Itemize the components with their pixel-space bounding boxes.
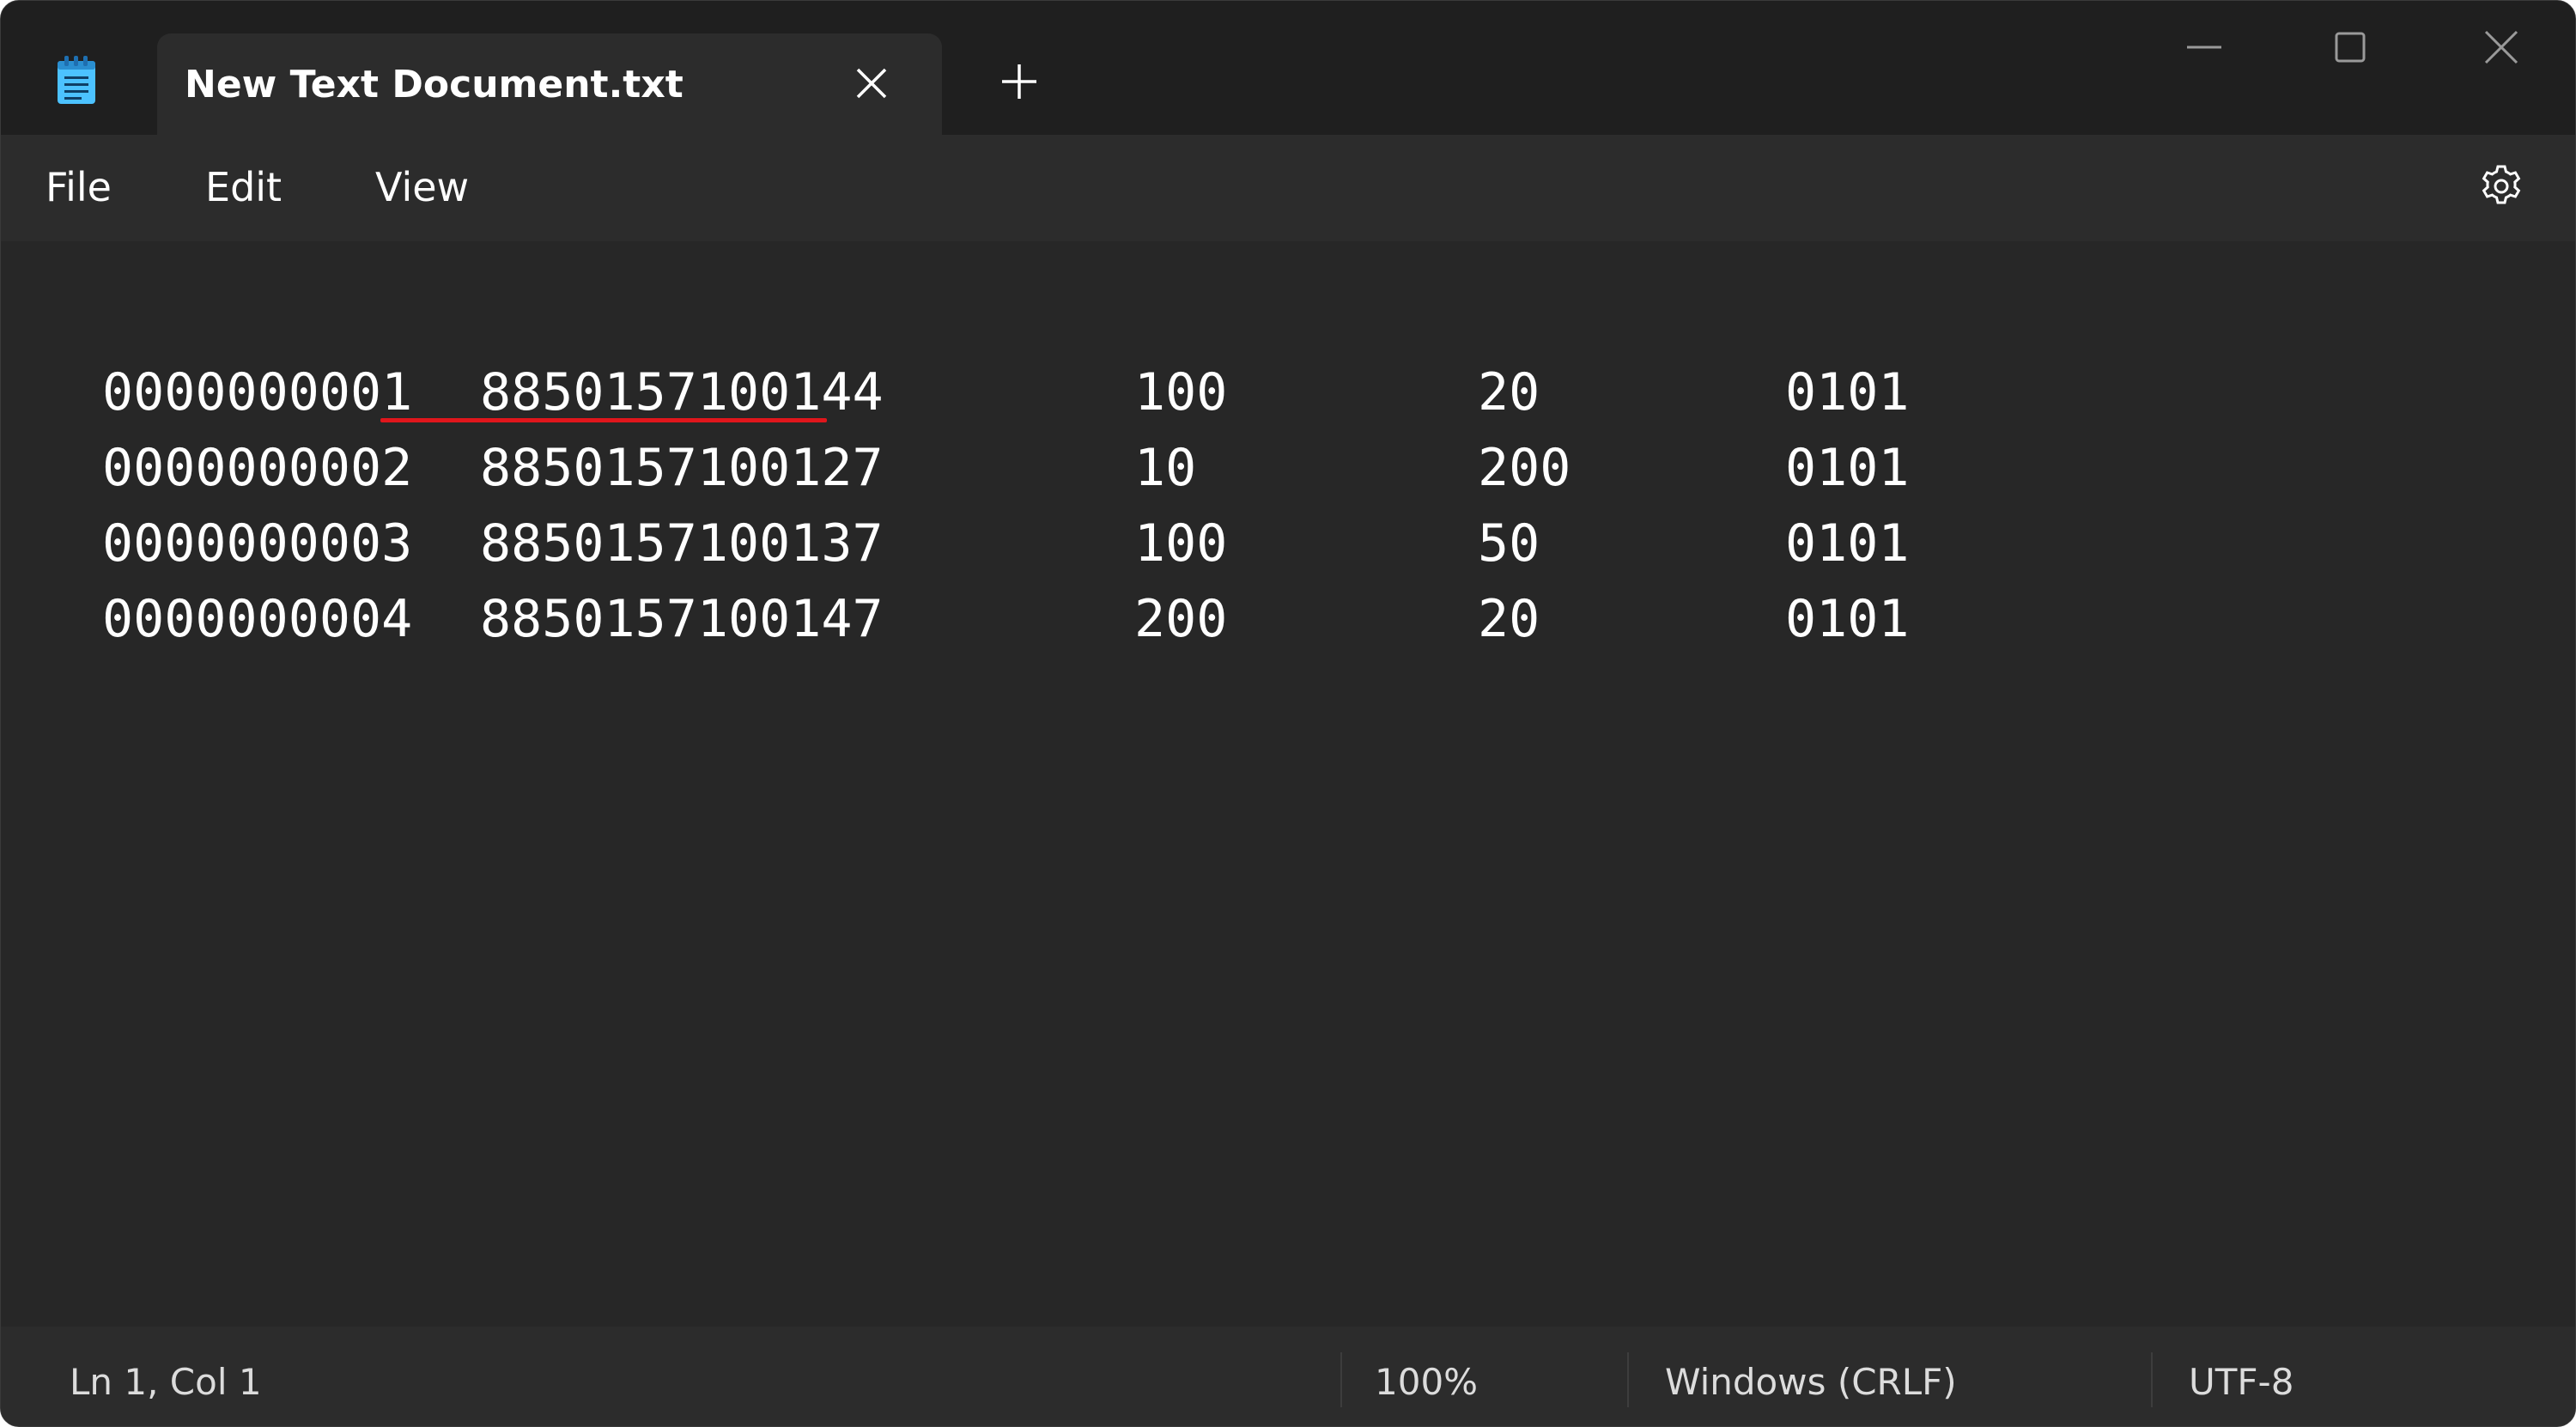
status-divider bbox=[1340, 1352, 1342, 1407]
menu-edit[interactable]: Edit bbox=[205, 164, 282, 210]
menu-bar: File Edit View bbox=[1, 135, 2575, 241]
text-cell: 8850157100137 bbox=[480, 513, 884, 574]
text-cell: 8850157100127 bbox=[480, 438, 884, 498]
status-divider bbox=[2151, 1352, 2153, 1407]
status-bar: Ln 1, Col 1 100% Windows (CRLF) UTF-8 bbox=[1, 1327, 2575, 1426]
text-line: 0000000004 8850157100147 200 20 0101 bbox=[102, 581, 2077, 657]
text-cell: 100 bbox=[1134, 513, 1228, 574]
text-cell: 0101 bbox=[1785, 513, 1910, 574]
spellcheck-underline bbox=[380, 418, 827, 422]
close-icon[interactable] bbox=[853, 64, 890, 102]
text-cell: 0000000002 bbox=[102, 438, 413, 498]
text-cell: 0000000003 bbox=[102, 513, 413, 574]
window-close-icon[interactable] bbox=[2476, 21, 2527, 73]
zoom-level[interactable]: 100% bbox=[1375, 1361, 1478, 1403]
text-cell: 0101 bbox=[1785, 589, 1910, 649]
maximize-icon[interactable] bbox=[2324, 21, 2376, 73]
text-cell: 0000000004 bbox=[102, 589, 413, 649]
status-divider bbox=[1627, 1352, 1629, 1407]
notepad-window: New Text Document.txt File Edit View 000… bbox=[0, 0, 2576, 1427]
text-cell: 20 bbox=[1478, 362, 1540, 422]
tab-new-text-document[interactable]: New Text Document.txt bbox=[157, 33, 942, 135]
notepad-icon bbox=[58, 56, 95, 104]
text-line: 0000000003 8850157100137 100 50 0101 bbox=[102, 506, 2077, 581]
tab-title: New Text Document.txt bbox=[185, 63, 683, 106]
encoding[interactable]: UTF-8 bbox=[2189, 1361, 2293, 1403]
text-cell: 200 bbox=[1478, 438, 1571, 498]
text-cell: 0101 bbox=[1785, 438, 1910, 498]
title-bar: New Text Document.txt bbox=[1, 1, 2575, 135]
text-cell: 100 bbox=[1134, 362, 1228, 422]
text-line: 0000000002 8850157100127 10 200 0101 bbox=[102, 430, 2077, 506]
text-editor[interactable]: 0000000001 8850157100144 100 20 0101 000… bbox=[1, 241, 2575, 1327]
plus-icon[interactable] bbox=[999, 61, 1040, 102]
text-cell: 0000000001 bbox=[102, 362, 413, 422]
text-cell: 50 bbox=[1478, 513, 1540, 574]
menu-file[interactable]: File bbox=[46, 164, 112, 210]
minimize-icon[interactable] bbox=[2178, 21, 2230, 73]
text-cell: 8850157100147 bbox=[480, 589, 884, 649]
text-cell: 20 bbox=[1478, 589, 1540, 649]
line-ending[interactable]: Windows (CRLF) bbox=[1665, 1361, 1957, 1403]
cursor-position: Ln 1, Col 1 bbox=[70, 1361, 262, 1403]
menu-view[interactable]: View bbox=[375, 164, 469, 210]
text-cell: 10 bbox=[1134, 438, 1197, 498]
text-cell: 200 bbox=[1134, 589, 1228, 649]
text-cell: 0101 bbox=[1785, 362, 1910, 422]
gear-icon[interactable] bbox=[2477, 162, 2525, 210]
